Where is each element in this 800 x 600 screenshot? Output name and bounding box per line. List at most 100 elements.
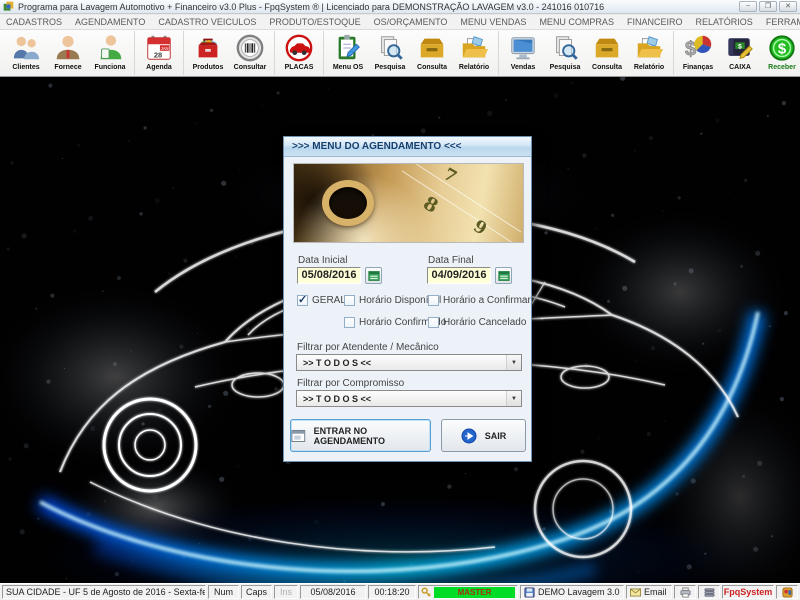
checkbox-horario-a-confirmar[interactable]: ✓ Horário a Confirmar bbox=[428, 295, 531, 306]
toolbar-label: Pesquisa bbox=[374, 64, 406, 71]
toolbar-group: PLACAS bbox=[275, 31, 324, 75]
search-docs-icon bbox=[375, 33, 405, 63]
receive-icon: $ bbox=[767, 33, 797, 63]
consultar-button[interactable]: Consultar bbox=[229, 31, 271, 75]
chevron-down-icon: ▼ bbox=[506, 391, 521, 406]
status-app-panel: DEMO Lavagem 3.0 bbox=[520, 585, 624, 599]
menu-item-produto-estoque[interactable]: PRODUTO/ESTOQUE bbox=[269, 17, 360, 27]
agendamento-dialog: >>> MENU DO AGENDAMENTO <<< 7 8 9 Data I… bbox=[283, 136, 532, 462]
toolbar-group: Produtos Consultar bbox=[184, 31, 275, 75]
menu-item-os-orçamento[interactable]: OS/ORÇAMENTO bbox=[374, 17, 448, 27]
menu-item-menu-compras[interactable]: MENU COMPRAS bbox=[539, 17, 614, 27]
status-network[interactable] bbox=[698, 585, 720, 599]
vendas-consulta-button[interactable]: Consulta bbox=[586, 31, 628, 75]
toolbar-label: Receber bbox=[768, 64, 796, 71]
os-pesquisa-button[interactable]: Pesquisa bbox=[369, 31, 411, 75]
toolbar-label: Produtos bbox=[192, 64, 224, 71]
disk-icon bbox=[524, 586, 535, 598]
toolbar-group: Clientes Fornece Funciona bbox=[2, 31, 135, 75]
placas-button[interactable]: PLACAS bbox=[278, 31, 320, 75]
menu-item-agendamento[interactable]: AGENDAMENTO bbox=[75, 17, 145, 27]
toolbar-group: JAN 28 Agenda bbox=[135, 31, 184, 75]
filtro-atendente-select[interactable]: >> T O D O S << ▼ bbox=[296, 354, 522, 371]
calendar-icon: JAN 28 bbox=[144, 33, 174, 63]
status-caps-lock: Caps bbox=[241, 585, 272, 599]
status-email[interactable]: Email bbox=[626, 585, 672, 599]
toolbar-label: Fornece bbox=[54, 64, 82, 71]
close-button[interactable]: ✕ bbox=[779, 1, 797, 12]
toolbar-label: Menu OS bbox=[332, 64, 364, 71]
products-icon bbox=[193, 33, 223, 63]
toolbar-label: CAIXA bbox=[729, 64, 751, 71]
menu-item-ferramentas[interactable]: FERRAMENTAS bbox=[766, 17, 800, 27]
restore-button[interactable]: ❐ bbox=[759, 1, 777, 12]
filtro-compromisso-select[interactable]: >> T O D O S << ▼ bbox=[296, 390, 522, 407]
menu-item-cadastro-veiculos[interactable]: CADASTRO VEICULOS bbox=[158, 17, 256, 27]
funciona-button[interactable]: Funciona bbox=[89, 31, 131, 75]
toolbar-label: Clientes bbox=[12, 64, 40, 71]
data-inicial-calendar-button[interactable] bbox=[365, 267, 382, 284]
svg-text:$: $ bbox=[778, 41, 787, 58]
toolbar-label: Finanças bbox=[682, 64, 714, 71]
status-num-lock: Num bbox=[208, 585, 239, 599]
app-icon bbox=[3, 1, 14, 11]
search-docs-icon bbox=[550, 33, 580, 63]
data-final-label: Data Final bbox=[428, 255, 474, 266]
employee-icon bbox=[95, 33, 125, 63]
key-icon bbox=[421, 587, 431, 597]
entrar-agendamento-button[interactable]: ENTRAR NO AGENDAMENTO bbox=[290, 419, 431, 452]
dialog-titlebar[interactable]: >>> MENU DO AGENDAMENTO <<< bbox=[284, 137, 531, 157]
data-final-calendar-button[interactable] bbox=[495, 267, 512, 284]
minimize-button[interactable]: − bbox=[739, 1, 757, 12]
clientes-button[interactable]: Clientes bbox=[5, 31, 47, 75]
toolbar-group: Menu OS Pesquisa Consulta Relatório bbox=[324, 31, 499, 75]
svg-text:28: 28 bbox=[154, 50, 162, 59]
vendas-button[interactable]: Vendas bbox=[502, 31, 544, 75]
menu-item-relatórios[interactable]: RELATÓRIOS bbox=[695, 17, 752, 27]
workorder-icon bbox=[333, 33, 363, 63]
printer-icon bbox=[679, 586, 691, 598]
calendar-picker-icon bbox=[497, 270, 510, 281]
badge-icon bbox=[781, 586, 793, 598]
sair-button[interactable]: SAIR bbox=[441, 419, 526, 452]
arrow-right-circle-icon bbox=[461, 428, 477, 443]
menu-bar: CADASTROS AGENDAMENTO CADASTRO VEICULOS PRO… bbox=[0, 15, 800, 30]
checkbox-horario-disponivel[interactable]: ✓ Horário Disponível bbox=[344, 295, 441, 306]
vendas-pesquisa-button[interactable]: Pesquisa bbox=[544, 31, 586, 75]
toolbar-label: Vendas bbox=[510, 64, 536, 71]
toolbar-label: Funciona bbox=[94, 64, 126, 71]
status-user-panel: MASTER bbox=[418, 585, 518, 599]
menu-item-cadastros[interactable]: CADASTROS bbox=[6, 17, 62, 27]
report-icon bbox=[634, 33, 664, 63]
data-final-input[interactable]: 04/09/2016 bbox=[427, 267, 491, 284]
fornece-button[interactable]: Fornece bbox=[47, 31, 89, 75]
menu-item-financeiro[interactable]: FINANCEIRO bbox=[627, 17, 683, 27]
toolbar-label: Agenda bbox=[146, 64, 172, 71]
report-icon bbox=[459, 33, 489, 63]
data-inicial-label: Data Inicial bbox=[298, 255, 348, 266]
drawer-icon bbox=[592, 33, 622, 63]
menu-item-menu-vendas[interactable]: MENU VENDAS bbox=[460, 17, 526, 27]
supplier-icon bbox=[53, 33, 83, 63]
agenda-button[interactable]: JAN 28 Agenda bbox=[138, 31, 180, 75]
status-brand: FpqSystem bbox=[722, 585, 774, 599]
data-inicial-input[interactable]: 05/08/2016 bbox=[297, 267, 361, 284]
caixa-button[interactable]: $ CAIXA bbox=[719, 31, 761, 75]
svg-text:$: $ bbox=[738, 43, 742, 50]
checkbox-horario-cancelado[interactable]: ✓ Horário Cancelado bbox=[428, 317, 526, 328]
vendas-relatorio-button[interactable]: Relatório bbox=[628, 31, 670, 75]
toolbar-label: Consulta bbox=[417, 64, 447, 71]
car-plate-icon bbox=[284, 33, 314, 63]
receber-button[interactable]: $ Receber bbox=[761, 31, 800, 75]
status-badge bbox=[776, 585, 798, 599]
toolbar-group: $Finanças$CAIXA$Receber$A Pagar bbox=[674, 31, 800, 75]
status-location: SUA CIDADE - UF 5 de Agosto de 2016 - Se… bbox=[2, 585, 206, 599]
checkbox-geral[interactable]: ✓ GERAL bbox=[297, 294, 346, 306]
os-relatorio-button[interactable]: Relatório bbox=[453, 31, 495, 75]
produtos-button[interactable]: Produtos bbox=[187, 31, 229, 75]
financas-button[interactable]: $ Finanças bbox=[677, 31, 719, 75]
toolbar-label: Pesquisa bbox=[549, 64, 581, 71]
menu-os-button[interactable]: Menu OS bbox=[327, 31, 369, 75]
status-printer[interactable] bbox=[674, 585, 696, 599]
os-consulta-button[interactable]: Consulta bbox=[411, 31, 453, 75]
